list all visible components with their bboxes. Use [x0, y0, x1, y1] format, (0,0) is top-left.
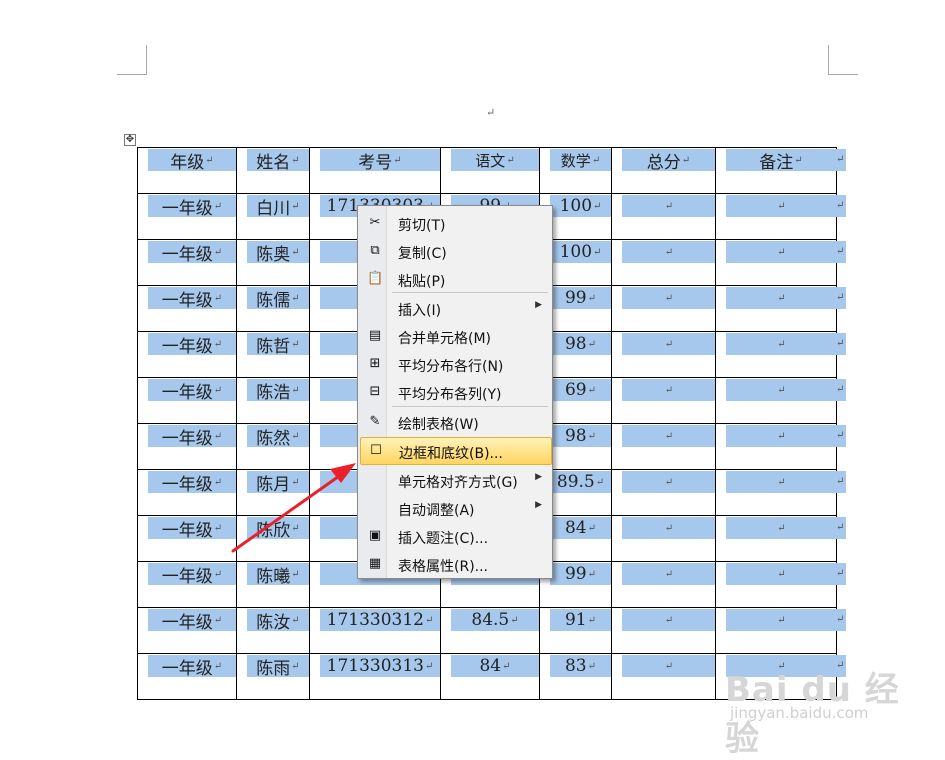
watermark: Bai du 经验 jingyan.baidu.com	[725, 650, 925, 759]
annotation-arrow	[231, 463, 356, 553]
watermark-url: jingyan.baidu.com	[730, 704, 869, 722]
